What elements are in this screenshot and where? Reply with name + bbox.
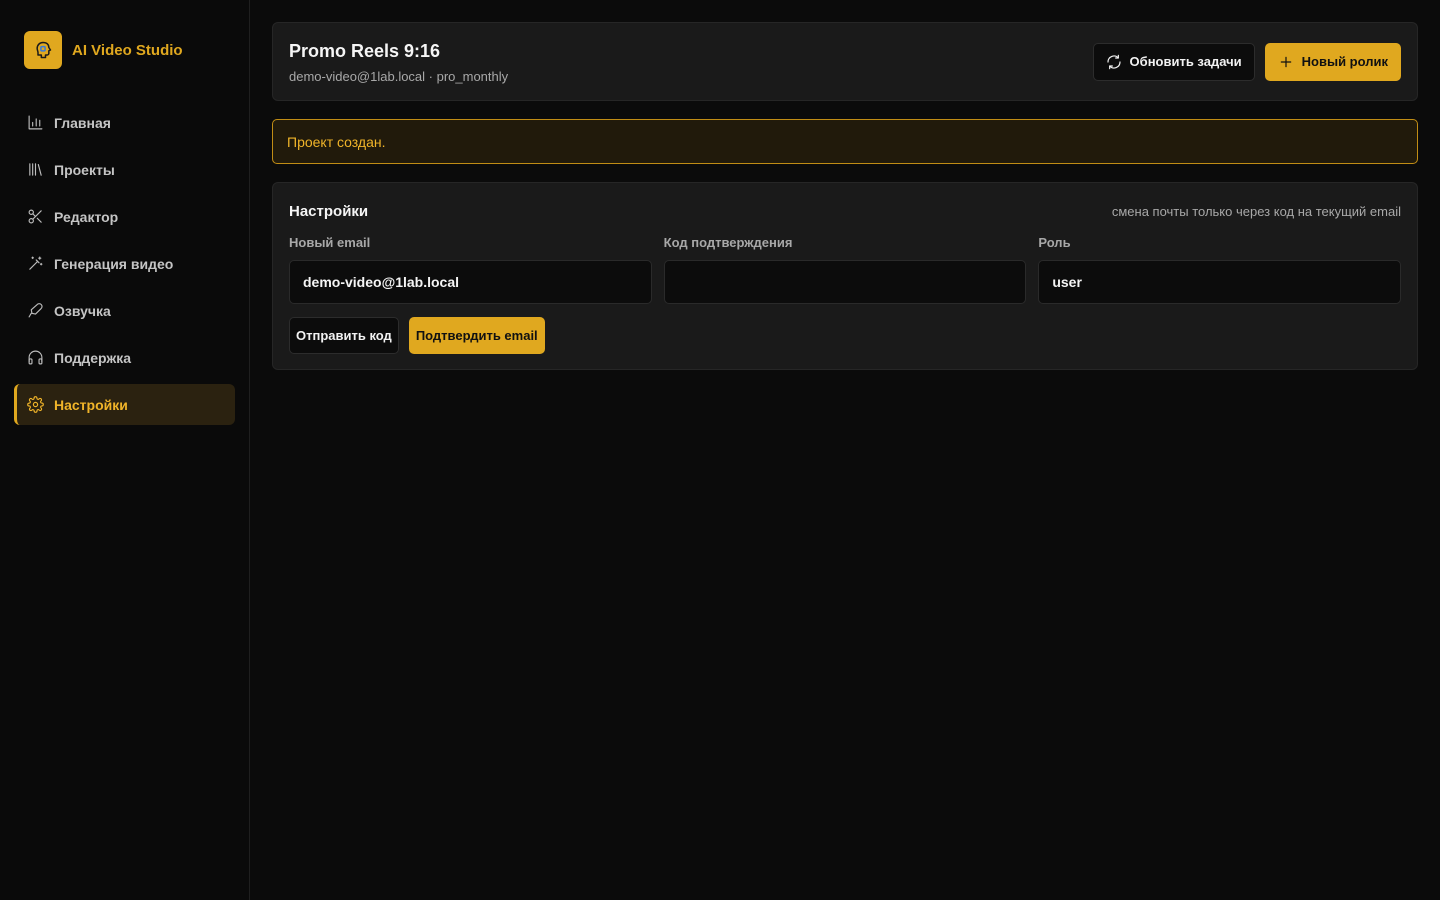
- bar-chart-icon: [26, 114, 44, 132]
- sidebar: AI Video Studio Главная Проекты Редактор: [0, 0, 250, 900]
- header-actions: Обновить задачи Новый ролик: [1092, 42, 1401, 81]
- refresh-tasks-button[interactable]: Обновить задачи: [1092, 42, 1255, 81]
- plus-icon: [1278, 54, 1294, 70]
- sidebar-item-voiceover[interactable]: Озвучка: [14, 290, 235, 331]
- sidebar-item-label: Проекты: [54, 161, 115, 178]
- mic-icon: [26, 302, 44, 320]
- main-content: Promo Reels 9:16 demo-video@1lab.local ·…: [250, 0, 1440, 900]
- sidebar-item-label: Поддержка: [54, 349, 132, 366]
- scissors-icon: [26, 208, 44, 226]
- sidebar-nav: Главная Проекты Редактор Генерация видео: [14, 102, 235, 425]
- gear-icon: [26, 396, 44, 414]
- sidebar-item-editor[interactable]: Редактор: [14, 196, 235, 237]
- email-field[interactable]: [289, 260, 652, 304]
- sidebar-item-home[interactable]: Главная: [14, 102, 235, 143]
- role-field-group: Роль: [1038, 235, 1402, 304]
- brand[interactable]: AI Video Studio: [24, 31, 235, 69]
- new-video-label: Новый ролик: [1301, 54, 1388, 69]
- confirmation-code-field[interactable]: [663, 260, 1027, 304]
- success-alert: Проект создан.: [272, 119, 1418, 164]
- project-header: Promo Reels 9:16 demo-video@1lab.local ·…: [272, 22, 1418, 101]
- code-label: Код подтверждения: [663, 235, 793, 250]
- sidebar-item-projects[interactable]: Проекты: [14, 149, 235, 190]
- app-root: AI Video Studio Главная Проекты Редактор: [0, 0, 1440, 900]
- new-video-button[interactable]: Новый ролик: [1264, 42, 1401, 81]
- project-info: Promo Reels 9:16 demo-video@1lab.local ·…: [289, 39, 508, 84]
- sidebar-item-label: Озвучка: [54, 302, 111, 319]
- settings-note: смена почты только через код на текущий …: [1111, 203, 1401, 219]
- library-icon: [26, 161, 44, 179]
- role-field[interactable]: [1038, 260, 1402, 304]
- settings-actions: Отправить код Подтвердить email: [289, 317, 1401, 354]
- brand-title: AI Video Studio: [72, 41, 183, 59]
- sidebar-item-video-generation[interactable]: Генерация видео: [14, 243, 235, 284]
- page-title: Promo Reels 9:16: [289, 41, 441, 61]
- code-field-group: Код подтверждения: [663, 235, 1027, 304]
- sidebar-item-label: Настройки: [54, 396, 128, 413]
- refresh-icon: [1106, 54, 1122, 70]
- page-subtitle: demo-video@1lab.local · pro_monthly: [289, 69, 509, 84]
- email-label: Новый email: [289, 235, 371, 250]
- send-code-button[interactable]: Отправить код: [289, 317, 399, 354]
- settings-title: Настройки: [289, 202, 369, 220]
- settings-card: Настройки смена почты только через код н…: [272, 182, 1418, 370]
- sidebar-item-settings[interactable]: Настройки: [14, 384, 235, 425]
- confirm-email-button[interactable]: Подтвердить email: [408, 317, 545, 354]
- sidebar-item-support[interactable]: Поддержка: [14, 337, 235, 378]
- refresh-tasks-label: Обновить задачи: [1129, 54, 1242, 69]
- sidebar-item-label: Главная: [54, 114, 111, 131]
- settings-header: Настройки смена почты только через код н…: [289, 201, 1401, 221]
- settings-fields: Новый email Код подтверждения Роль: [289, 235, 1402, 304]
- sidebar-item-label: Генерация видео: [54, 255, 174, 272]
- role-label: Роль: [1038, 235, 1071, 250]
- headphones-icon: [26, 349, 44, 367]
- alert-text: Проект создан.: [287, 133, 386, 150]
- brain-icon: [24, 31, 62, 69]
- email-field-group: Новый email: [289, 235, 652, 304]
- sidebar-item-label: Редактор: [54, 208, 119, 225]
- magic-wand-icon: [26, 255, 44, 273]
